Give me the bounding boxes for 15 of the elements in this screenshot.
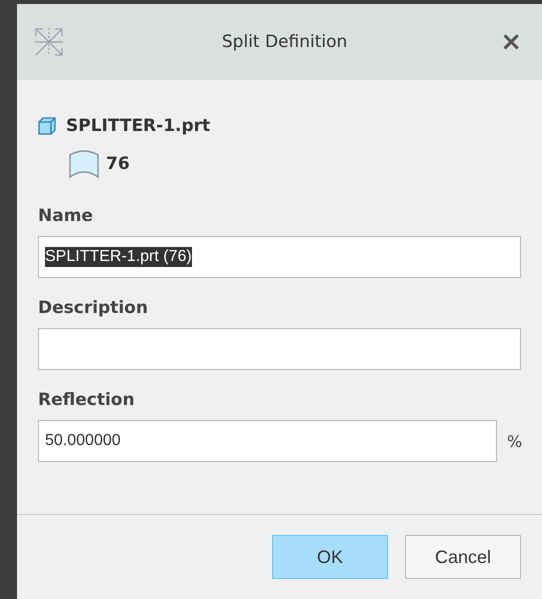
field-label: Description xyxy=(38,298,149,318)
field-label: Name xyxy=(38,206,94,226)
ok-button[interactable]: OK xyxy=(272,535,388,579)
quilt-number: 76 xyxy=(106,154,130,174)
cancel-button[interactable]: Cancel xyxy=(405,535,521,579)
unit-label: % xyxy=(507,432,521,450)
text-field[interactable]: SPLITTER-1.prt (76) xyxy=(38,236,521,278)
text-field[interactable] xyxy=(38,328,521,370)
part-name: SPLITTER-1.prt xyxy=(66,116,210,136)
field-label: Reflection xyxy=(38,390,136,410)
cube-icon xyxy=(38,117,56,135)
surface-icon xyxy=(68,149,100,179)
text-field[interactable]: 50.000000 xyxy=(38,420,497,462)
close-button[interactable]: × xyxy=(496,27,526,57)
window-title: Split Definition xyxy=(220,32,348,52)
